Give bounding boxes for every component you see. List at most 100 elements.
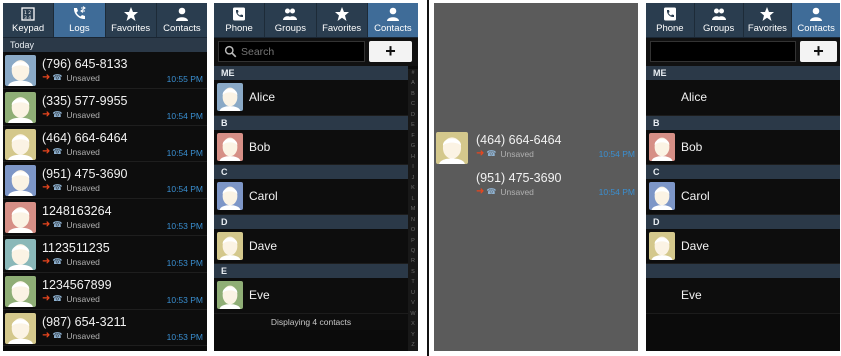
contact-row[interactable]: Alice: [214, 80, 408, 116]
index-letter[interactable]: X: [411, 322, 415, 328]
avatar[interactable]: [5, 238, 36, 270]
avatar[interactable]: [5, 165, 36, 197]
contact-row[interactable]: Dave: [214, 228, 408, 265]
tab-phone[interactable]: Phone: [646, 3, 695, 37]
avatar[interactable]: [217, 281, 243, 310]
index-letter[interactable]: O: [411, 228, 415, 234]
contact-row[interactable]: Eve: [214, 278, 408, 314]
tab-groups[interactable]: Groups: [695, 3, 744, 37]
add-contact-button[interactable]: +: [800, 41, 837, 62]
index-letter[interactable]: E: [411, 123, 415, 129]
index-letter[interactable]: U: [411, 290, 415, 297]
tab-contacts[interactable]: Contacts: [367, 3, 418, 37]
avatar[interactable]: [5, 128, 36, 160]
missed-call-arrow-icon: ➜: [42, 145, 51, 157]
index-letter[interactable]: I: [412, 165, 414, 171]
call-log-row[interactable]: (796) 645-8133 ➜ ☎ Unsaved 10:55 PM: [3, 52, 207, 89]
alphabet-index-scroller[interactable]: # A B C D E F G H I J K L M N O P Q R S T U V W X Y Z: [408, 69, 418, 351]
contact-row[interactable]: Alice: [646, 80, 840, 116]
phone-number: 1234567899: [42, 277, 112, 292]
dragged-log-row[interactable]: (951) 475-3690 ➜ ☎ Unsaved 10:54 PM: [434, 168, 638, 204]
call-status: ➜ ☎ Unsaved: [42, 256, 100, 267]
avatar[interactable]: [649, 132, 675, 161]
call-log-row[interactable]: 1234567899 ➜ ☎ Unsaved 10:53 PM: [3, 272, 207, 310]
index-letter[interactable]: M: [411, 207, 416, 213]
call-log-list[interactable]: (796) 645-8133 ➜ ☎ Unsaved 10:55 PM (335) 577…: [3, 52, 207, 347]
call-status: ➜ ☎ Unsaved: [476, 187, 534, 198]
tab-contacts[interactable]: Contacts: [792, 3, 840, 37]
add-contact-button[interactable]: +: [369, 41, 412, 62]
avatar[interactable]: [5, 91, 36, 123]
index-letter[interactable]: V: [411, 301, 415, 307]
index-letter[interactable]: Q: [411, 248, 415, 255]
avatar[interactable]: [217, 182, 243, 211]
avatar[interactable]: [5, 312, 36, 344]
phone-icon: ☎: [52, 109, 63, 119]
section-header: B: [646, 115, 840, 130]
index-letter[interactable]: B: [411, 91, 415, 98]
tab-keypad[interactable]: 1 23 4 Keypad: [3, 3, 55, 37]
search-box[interactable]: [218, 41, 365, 62]
index-letter[interactable]: W: [410, 311, 415, 318]
contact-name: Alice: [681, 90, 708, 104]
phone-icon: ☎: [52, 256, 63, 266]
tab-favorites[interactable]: Favorites: [744, 3, 793, 37]
avatar[interactable]: [5, 275, 36, 307]
index-letter[interactable]: A: [411, 81, 415, 87]
missed-call-arrow-icon: ➜: [476, 148, 485, 159]
avatar[interactable]: [649, 182, 675, 211]
call-time: 10:54 PM: [166, 110, 203, 121]
index-letter[interactable]: G: [411, 144, 415, 150]
call-log-row[interactable]: 1123511235 ➜ ☎ Unsaved 10:53 PM: [3, 235, 207, 273]
index-letter[interactable]: J: [412, 175, 415, 182]
index-letter[interactable]: H: [411, 154, 415, 161]
index-letter[interactable]: P: [411, 238, 415, 245]
avatar[interactable]: [217, 83, 243, 111]
index-letter[interactable]: #: [411, 70, 414, 77]
contact-row[interactable]: Eve: [646, 278, 840, 314]
avatar[interactable]: [217, 231, 243, 260]
index-letter[interactable]: T: [411, 280, 414, 286]
tab-groups[interactable]: Groups: [265, 3, 317, 37]
contact-list[interactable]: ME Alice B Bob C Carol D Dave Eve: [646, 66, 840, 314]
dragged-log-row[interactable]: (464) 664-6464 ➜ ☎ Unsaved 10:54 PM: [434, 130, 638, 166]
contact-row[interactable]: Bob: [214, 129, 408, 166]
call-log-row[interactable]: 1248163264 ➜ ☎ Unsaved 10:53 PM: [3, 199, 207, 236]
section-header: [646, 264, 840, 279]
contact-row[interactable]: Bob: [646, 129, 840, 166]
index-letter[interactable]: L: [411, 196, 414, 203]
search-box[interactable]: [650, 41, 796, 62]
status-label: Unsaved: [500, 149, 534, 159]
index-letter[interactable]: F: [411, 133, 414, 140]
index-letter[interactable]: Z: [411, 343, 414, 349]
call-log-row[interactable]: (464) 664-6464 ➜ ☎ Unsaved 10:54 PM: [3, 125, 207, 163]
tab-phone[interactable]: Phone: [214, 3, 266, 37]
index-letter[interactable]: N: [411, 217, 415, 224]
call-log-row[interactable]: (335) 577-9955 ➜ ☎ Unsaved 10:54 PM: [3, 88, 207, 126]
call-time: 10:54 PM: [598, 149, 635, 159]
index-letter[interactable]: Y: [411, 332, 415, 339]
index-letter[interactable]: K: [411, 186, 415, 192]
tab-contacts[interactable]: Contacts: [157, 3, 207, 37]
avatar[interactable]: [649, 231, 675, 260]
avatar[interactable]: [217, 132, 243, 161]
avatar[interactable]: [5, 202, 36, 234]
contact-row[interactable]: Carol: [646, 179, 840, 215]
search-input[interactable]: [241, 44, 359, 59]
avatar[interactable]: [5, 55, 36, 86]
call-log-row[interactable]: (987) 654-3211 ➜ ☎ Unsaved 10:53 PM: [3, 309, 207, 347]
contact-row[interactable]: Carol: [214, 179, 408, 215]
section-header: D: [646, 214, 840, 229]
index-letter[interactable]: R: [411, 259, 415, 265]
call-log-row[interactable]: (951) 475-3690 ➜ ☎ Unsaved 10:54 PM: [3, 162, 207, 200]
index-letter[interactable]: S: [411, 269, 415, 276]
tab-favorites[interactable]: Favorites: [317, 3, 368, 37]
contact-list[interactable]: ME Alice B Bob C Carol D Dave E Eve: [214, 66, 408, 314]
contact-row[interactable]: Dave: [646, 228, 840, 265]
tab-favorites[interactable]: Favorites: [106, 3, 157, 37]
tab-logs[interactable]: Logs: [54, 3, 106, 37]
contact-name: Eve: [249, 288, 270, 303]
phone-number: (335) 577-9955: [42, 93, 128, 108]
index-letter[interactable]: C: [411, 102, 415, 108]
index-letter[interactable]: D: [411, 112, 415, 119]
